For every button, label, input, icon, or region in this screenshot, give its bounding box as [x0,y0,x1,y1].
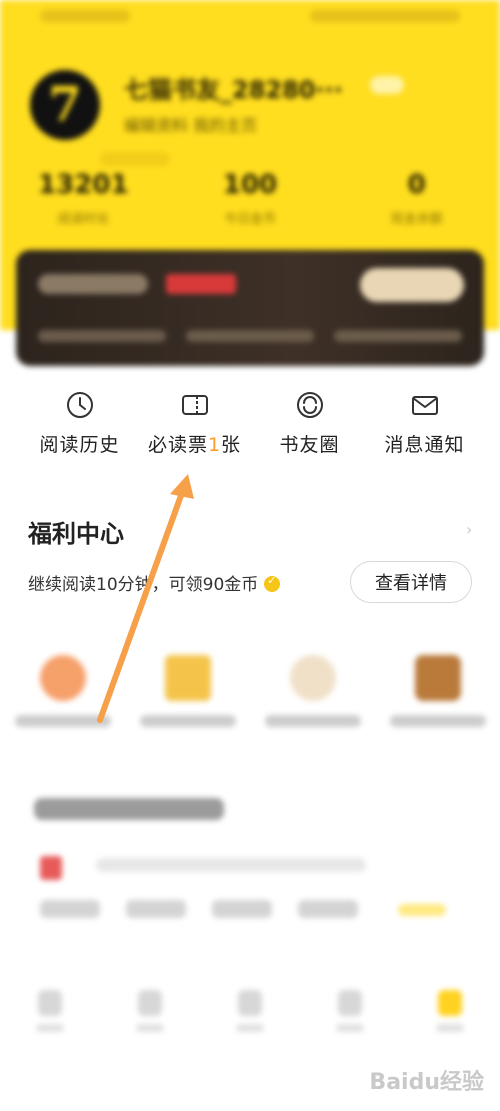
nav-label [436,1024,464,1032]
avatar[interactable]: 7 [30,70,100,140]
task-item[interactable] [375,655,500,745]
nav-item-bookshelf[interactable] [0,990,100,1050]
view-details-button[interactable]: 查看详情 [350,561,472,603]
welfare-title[interactable]: 福利中心 [28,514,124,549]
quick-item-ticket[interactable]: 必读票1张 [137,390,252,470]
book-tag[interactable] [298,900,358,918]
book-ticket-icon [181,395,208,415]
nav-item-mine[interactable] [400,990,500,1050]
vip-card[interactable] [16,250,484,366]
nav-item-welfare[interactable] [300,990,400,1050]
nav-label [236,1024,264,1032]
quick-label-text: 阅读历史 [39,434,120,456]
vip-promo-tag [166,274,236,294]
user-sub-bar [100,152,170,166]
quick-entries: 阅读历史 必读票1张 书友圈 消息通知 [0,390,500,470]
ticket-count: 1 [207,434,222,456]
quick-label: 必读票1张 [137,430,252,457]
vip-benefit [334,330,462,342]
quick-label-text: 消息通知 [384,434,465,456]
task-icon [289,655,336,701]
user-level-badge [370,76,404,94]
task-item[interactable] [125,655,250,745]
status-right [310,10,460,22]
coin-icon [264,574,281,592]
stat-value: 0 [407,170,426,200]
book-line [96,858,366,872]
quick-item-reading-history[interactable]: 阅读历史 [22,390,137,470]
section-title [34,798,224,820]
stat-label: 今日金币 [224,212,277,227]
task-item[interactable] [250,655,375,745]
stat-cash[interactable]: 0 现金余额 [333,170,500,240]
avatar-logo: 7 [48,77,82,133]
watermark: Baidu经验 [369,1070,484,1095]
vip-benefits [38,330,462,344]
clock-icon [66,392,93,418]
quick-label: 消息通知 [367,430,482,457]
welfare-desc-text: 继续阅读10分钟，可领90金币 [28,575,259,595]
status-bar [40,6,460,26]
nav-label [136,1024,164,1032]
nav-item-store[interactable] [100,990,200,1050]
task-label [389,715,486,727]
quick-label-suffix: 张 [221,434,242,456]
refresh-link[interactable] [398,904,446,916]
welfare-desc: 继续阅读10分钟，可领90金币 [28,570,281,595]
task-icon [164,655,211,701]
mail-icon [411,396,438,415]
quick-label: 阅读历史 [22,430,137,457]
store-icon [138,990,162,1016]
user-sub-links[interactable]: 编辑资料 我的主页 [124,112,257,136]
task-label [139,715,236,727]
category-icon [238,990,262,1016]
stat-value: 100 [222,170,278,200]
task-item[interactable] [0,655,125,745]
nav-label [36,1024,64,1032]
vip-badge [38,274,148,294]
friends-circle-icon [296,392,323,418]
quick-label-text: 必读票 [147,434,208,456]
gift-icon [338,990,362,1016]
bookshelf-icon [38,990,62,1016]
task-label [264,715,361,727]
quick-item-messages[interactable]: 消息通知 [367,390,482,470]
quick-item-friends-circle[interactable]: 书友圈 [252,390,367,470]
task-label [14,715,111,727]
task-icon [414,655,461,701]
book-tag[interactable] [40,900,100,918]
book-cover[interactable] [40,856,62,880]
username[interactable]: 七猫书友_28280··· [124,70,343,105]
stat-reading-time[interactable]: 13201 阅读时长 [0,170,167,240]
book-tag[interactable] [212,900,272,918]
quick-label-text: 书友圈 [279,434,340,456]
welfare-tasks [0,655,500,745]
vip-open-button[interactable] [360,268,464,302]
vip-benefit [186,330,314,342]
book-tags [40,900,358,918]
stats-row: 13201 阅读时长 100 今日金币 0 现金余额 [0,170,500,240]
quick-label: 书友圈 [252,430,367,457]
nav-item-category[interactable] [200,990,300,1050]
bottom-nav [0,990,500,1050]
stat-label: 阅读时长 [57,212,110,227]
book-tag[interactable] [126,900,186,918]
task-icon [39,655,86,701]
nav-label [336,1024,364,1032]
stat-label: 现金余额 [390,212,443,227]
status-left [40,10,130,22]
stat-coins[interactable]: 100 今日金币 [167,170,334,240]
user-icon [438,990,462,1016]
stat-value: 13201 [38,170,129,200]
vip-benefit [38,330,166,342]
chevron-right-icon[interactable]: › [466,520,474,539]
